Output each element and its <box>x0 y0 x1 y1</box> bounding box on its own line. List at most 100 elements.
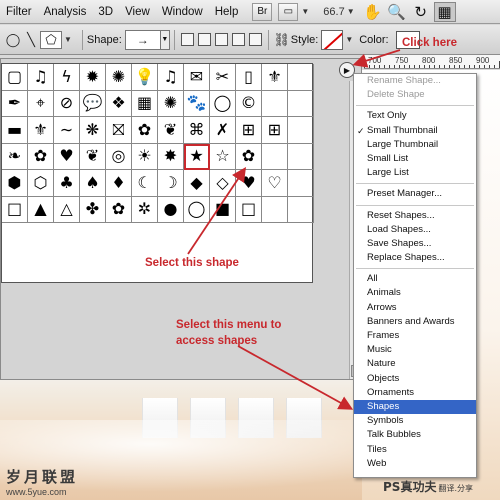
shape-cell[interactable]: ♫ <box>158 64 184 91</box>
shape-cell[interactable]: ● <box>158 196 184 223</box>
shape-cell[interactable]: ▬ <box>2 117 28 144</box>
menu-item[interactable]: Web <box>354 457 476 471</box>
shape-cell[interactable]: ▲ <box>28 196 54 223</box>
shape-cell[interactable]: ⊘ <box>54 90 80 117</box>
shape-cell[interactable] <box>288 143 314 170</box>
shape-cell[interactable]: ☽ <box>158 170 184 197</box>
menu-item[interactable]: Reset Shapes... <box>354 209 476 223</box>
new-layer-mode-icon[interactable] <box>180 33 194 46</box>
zoom-icon[interactable]: 🔍 <box>386 2 408 22</box>
shape-cell[interactable]: ✺ <box>158 90 184 117</box>
chevron-down-icon[interactable]: ▼ <box>347 7 355 16</box>
shape-cell[interactable]: ▯ <box>236 64 262 91</box>
shape-cell[interactable]: ⚜ <box>28 117 54 144</box>
exclude-mode-icon[interactable] <box>248 33 262 46</box>
shape-cell[interactable]: ▦ <box>132 90 158 117</box>
chevron-down-icon[interactable]: ▼ <box>301 7 309 16</box>
shape-cell[interactable]: © <box>236 90 262 117</box>
menu-item[interactable]: Filter <box>0 6 38 18</box>
shape-cell[interactable]: ◎ <box>106 143 132 170</box>
shape-cell[interactable]: ◯ <box>210 90 236 117</box>
shape-cell[interactable] <box>262 196 288 223</box>
shape-cell[interactable]: ☾ <box>132 170 158 197</box>
shape-cell[interactable]: ✿ <box>236 143 262 170</box>
menu-item[interactable]: Animals <box>354 286 476 300</box>
shape-cell[interactable]: ✲ <box>132 196 158 223</box>
menu-item[interactable]: Analysis <box>38 6 93 18</box>
line-tool-icon[interactable]: ╲ <box>22 31 40 49</box>
menu-item[interactable]: View <box>119 6 156 18</box>
menu-item[interactable]: Symbols <box>354 414 476 428</box>
shape-cell[interactable] <box>288 64 314 91</box>
shape-cell[interactable]: ♥ <box>236 170 262 197</box>
shape-cell[interactable]: ♣ <box>54 170 80 197</box>
shape-cell[interactable]: ◇ <box>210 170 236 197</box>
shape-cell[interactable]: ✿ <box>28 143 54 170</box>
menu-item[interactable]: Music <box>354 343 476 357</box>
hand-icon[interactable]: ✋ <box>362 2 384 22</box>
shape-cell[interactable]: 💡 <box>132 64 158 91</box>
menu-item[interactable]: Tiles <box>354 443 476 457</box>
shape-cell[interactable]: ♫ <box>28 64 54 91</box>
shape-cell[interactable]: ◆ <box>184 170 210 197</box>
shape-cell[interactable]: ✸ <box>158 143 184 170</box>
shape-cell[interactable]: ⬢ <box>2 170 28 197</box>
custom-shape-tool-icon[interactable]: ⬠ <box>40 30 62 49</box>
shape-cell[interactable]: ♦ <box>106 170 132 197</box>
shape-cell[interactable]: ♡ <box>262 170 288 197</box>
shape-cell[interactable]: ⊞ <box>236 117 262 144</box>
shape-cell[interactable] <box>288 117 314 144</box>
shape-cell[interactable]: ☆ <box>210 143 236 170</box>
shape-cell[interactable]: ϟ <box>54 64 80 91</box>
style-swatch[interactable] <box>321 29 344 50</box>
menu-item[interactable]: Large List <box>354 166 476 180</box>
menu-item[interactable]: 3D <box>92 6 119 18</box>
shape-cell[interactable]: ✗ <box>210 117 236 144</box>
shape-cell[interactable]: ✤ <box>80 196 106 223</box>
rotate-icon[interactable]: ↻ <box>410 2 432 22</box>
shape-cell[interactable]: ■ <box>210 196 236 223</box>
shape-cell[interactable] <box>288 196 314 223</box>
menu-item[interactable]: Arrows <box>354 301 476 315</box>
menu-item[interactable]: Window <box>156 6 209 18</box>
shape-cell[interactable]: 💬 <box>80 90 106 117</box>
menu-item[interactable]: Help <box>209 6 245 18</box>
shape-cell[interactable]: ⌖ <box>28 90 54 117</box>
shape-cell[interactable]: ◯ <box>184 196 210 223</box>
chevron-down-icon[interactable]: ▼ <box>64 35 72 44</box>
shape-cell[interactable] <box>288 170 314 197</box>
menu-item[interactable]: Banners and Awards <box>354 315 476 329</box>
menu-item[interactable]: Ornaments <box>354 386 476 400</box>
shape-cell[interactable]: ♥ <box>54 143 80 170</box>
menu-item[interactable]: Talk Bubbles <box>354 428 476 442</box>
shape-cell[interactable]: ❖ <box>106 90 132 117</box>
menu-item[interactable]: Save Shapes... <box>354 237 476 251</box>
subtract-mode-icon[interactable] <box>214 33 228 46</box>
menu-item[interactable]: Small Thumbnail <box>354 124 476 138</box>
menu-item[interactable]: Objects <box>354 372 476 386</box>
shape-cell[interactable] <box>262 143 288 170</box>
shape-cell[interactable]: ⚜ <box>262 64 288 91</box>
shape-cell[interactable]: ❦ <box>80 143 106 170</box>
link-icon[interactable]: ⛓ <box>273 31 291 49</box>
view-extras-button[interactable]: ▭ <box>278 2 299 21</box>
selected-shape-cell[interactable]: ★ <box>184 143 210 170</box>
shape-cell[interactable]: ♠ <box>80 170 106 197</box>
menu-item[interactable]: All <box>354 272 476 286</box>
shape-cell[interactable]: 🐾 <box>184 90 210 117</box>
shape-cell[interactable]: ✹ <box>80 64 106 91</box>
ellipse-tool-icon[interactable]: ◯ <box>4 31 22 49</box>
shape-cell[interactable]: ⬡ <box>28 170 54 197</box>
shape-cell[interactable]: ⛝ <box>106 117 132 144</box>
shape-cell[interactable]: ⌘ <box>184 117 210 144</box>
menu-item-shapes[interactable]: Shapes <box>354 399 476 415</box>
shape-cell[interactable] <box>288 90 314 117</box>
shape-cell[interactable]: ⊞ <box>262 117 288 144</box>
shape-cell[interactable]: ✿ <box>132 117 158 144</box>
menu-item[interactable]: Large Thumbnail <box>354 138 476 152</box>
shape-cell[interactable]: ✿ <box>106 196 132 223</box>
shape-picker[interactable]: → <box>124 29 161 50</box>
shape-cell[interactable]: □ <box>2 196 28 223</box>
shape-cell[interactable]: ∼ <box>54 117 80 144</box>
shape-cell[interactable]: ▢ <box>2 64 28 91</box>
